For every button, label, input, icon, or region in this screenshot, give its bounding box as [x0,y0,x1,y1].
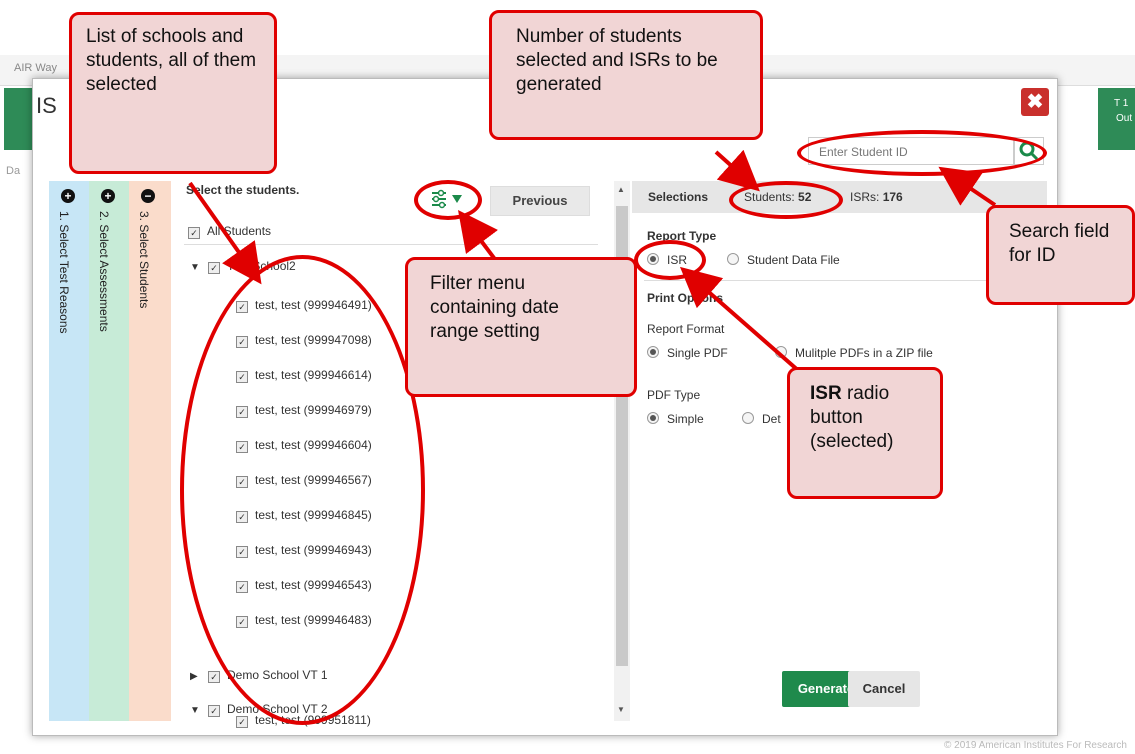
callout-selection-count: Number of students selected and ISRs to … [489,10,763,140]
copyright-text: © 2019 American Institutes For Research [943,740,1127,751]
simple-radio[interactable]: Simple [647,412,704,426]
minus-icon: − [141,189,155,203]
isrs-count-value: 176 [882,190,903,204]
annotation-ring-student-list [180,255,425,725]
step-select-students[interactable]: − 3. Select Students [129,181,171,721]
modal-title: IS [36,93,57,118]
scroll-down-icon[interactable]: ▼ [617,705,625,714]
radio-selected[interactable] [647,346,659,358]
detailed-label: Det [762,412,781,426]
background-left-label: Da [6,165,21,177]
callout-isr-bold: ISR [810,383,842,404]
background-right-tab-line2: Out [1116,113,1133,124]
print-options-title: Print Options [647,291,723,305]
single-pdf-label: Single PDF [667,346,728,360]
step-label: 3. Select Students [137,211,151,309]
selections-title: Selections [648,190,709,204]
radio-unselected[interactable] [775,346,787,358]
callout-student-list: List of schools and students, all of the… [69,12,277,174]
isrs-count-label: ISRs: [850,190,880,204]
radio-selected[interactable] [647,412,659,424]
caret-right-icon[interactable]: ▶ [190,667,204,687]
plus-icon: + [101,189,115,203]
checkbox[interactable]: ✓ [236,716,248,728]
all-students-row[interactable]: ✓ All Students [188,221,271,241]
annotation-ring-filter [414,180,482,220]
step-label: 1. Select Test Reasons [57,211,71,334]
step-label: 2. Select Assessments [97,211,111,332]
all-students-label: All Students [207,224,272,238]
multiple-pdfs-label: Mulitple PDFs in a ZIP file [795,346,933,360]
divider [644,280,1034,281]
background-app-title: AIR Way [14,62,57,74]
report-format-title: Report Format [647,322,725,336]
step-select-assessments[interactable]: + 2. Select Assessments [89,181,129,721]
scroll-up-icon[interactable]: ▲ [617,185,625,194]
callout-isr-radio: ISR radio button (selected) [787,367,943,499]
step-select-test-reasons[interactable]: + 1. Select Test Reasons [49,181,89,721]
background-right-tab[interactable]: T 1 Out [1098,88,1135,150]
student-data-file-radio[interactable]: Student Data File [727,253,840,267]
cancel-button[interactable]: Cancel [848,671,920,707]
annotation-ring-isr [634,240,706,280]
background-right-tab-line1: T 1 [1114,98,1129,109]
close-button[interactable]: ✖ [1021,88,1049,116]
callout-search-field: Search field for ID [986,205,1135,305]
isrs-count: ISRs: 176 [850,190,903,204]
caret-down-icon[interactable]: ▼ [190,701,204,721]
student-data-file-label: Student Data File [747,253,840,267]
callout-filter-menu: Filter menu containing date range settin… [405,257,637,397]
pdf-type-title: PDF Type [647,388,701,402]
divider [184,244,598,245]
radio-unselected[interactable] [727,253,739,265]
radio-unselected[interactable] [742,412,754,424]
simple-label: Simple [667,412,704,426]
plus-icon: + [61,189,75,203]
checkbox[interactable]: ✓ [208,262,220,274]
checkbox[interactable]: ✓ [208,705,220,717]
detailed-radio[interactable]: Det [742,412,781,426]
annotation-ring-search [797,130,1047,176]
student-list-heading: Select the students. [186,183,300,197]
checkbox[interactable]: ✓ [188,227,200,239]
previous-button[interactable]: Previous [490,186,590,216]
checkbox[interactable]: ✓ [208,671,220,683]
annotation-ring-students-count [729,181,843,219]
background-sidebar-logo [4,88,32,150]
multiple-pdfs-radio[interactable]: Mulitple PDFs in a ZIP file [775,346,933,360]
caret-down-icon[interactable]: ▼ [190,258,204,278]
single-pdf-radio[interactable]: Single PDF [647,346,728,360]
